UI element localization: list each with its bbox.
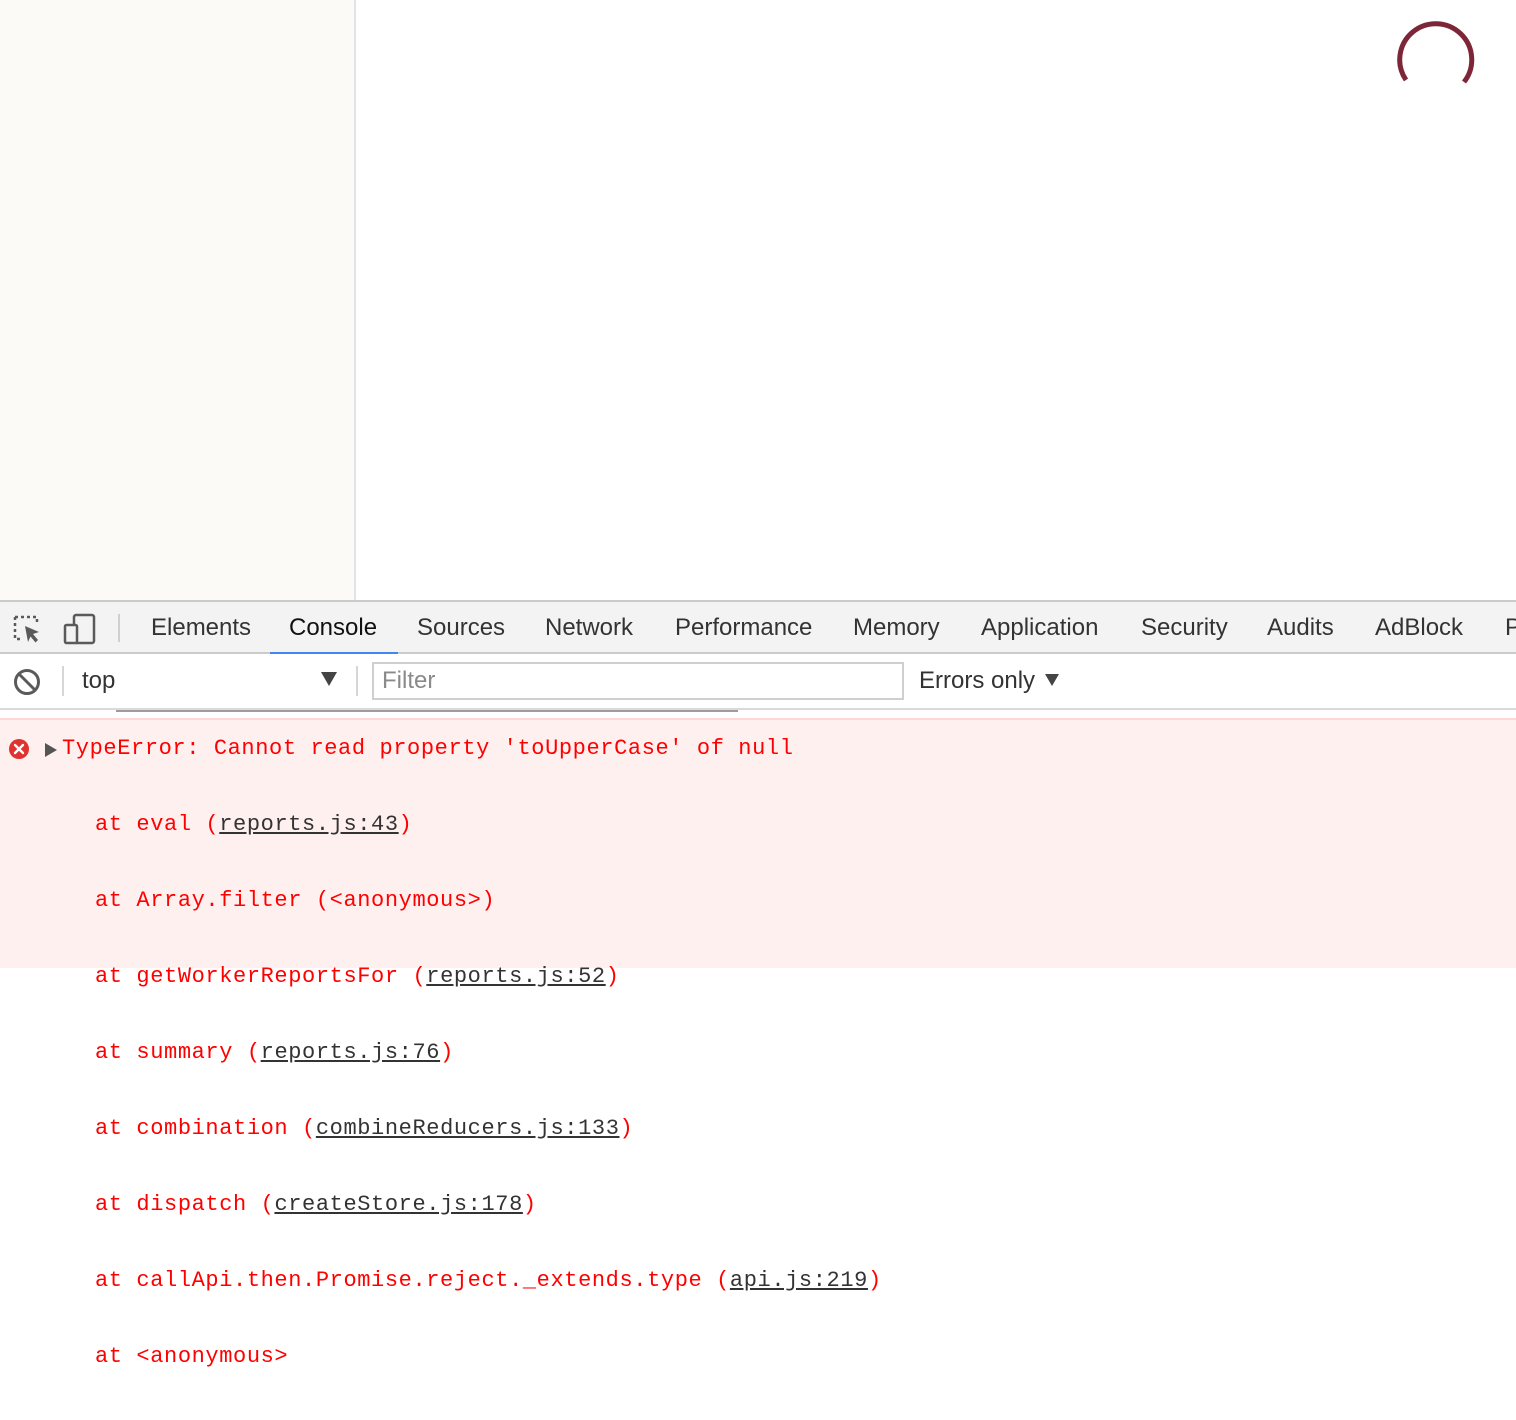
web-page [0,0,1516,600]
source-link[interactable]: combineReducers.js:133 [316,1116,620,1141]
toolbar-divider [356,666,358,696]
filter-input[interactable] [372,662,904,700]
source-link[interactable]: createStore.js:178 [274,1192,522,1217]
error-message: TypeError: Cannot read property 'toUpper… [0,718,1516,1369]
left-sidebar-pane [0,0,356,600]
tab-adblock[interactable]: AdBlock [1375,602,1463,654]
loading-spinner-icon [1397,21,1475,84]
chevron-down-icon[interactable] [320,671,338,687]
tab-network[interactable]: Network [545,602,633,654]
source-link[interactable]: api.js:219 [730,1268,868,1293]
stack-frame: at combination (combineReducers.js:133) [95,1116,634,1141]
toolbar-divider [62,666,64,696]
device-toolbar-icon[interactable] [62,612,96,646]
stack-frame: at Array.filter (<anonymous>) [95,888,496,913]
error-icon [9,739,29,759]
source-link[interactable]: reports.js:76 [261,1040,440,1065]
context-selector[interactable]: top [82,654,115,708]
stack-frame: at dispatch (createStore.js:178) [95,1192,537,1217]
devtools-tab-bar: Elements Console Sources Network Perform… [0,600,1516,656]
stack-frame: at callApi.then.Promise.reject._extends.… [95,1268,882,1293]
tab-console[interactable]: Console [289,602,377,654]
source-link[interactable]: reports.js:43 [219,812,398,837]
stack-frame: at <anonymous> [95,1344,289,1369]
devtools-panel: Elements Console Sources Network Perform… [0,600,1516,1369]
tab-audits[interactable]: Audits [1267,602,1334,654]
clear-console-icon[interactable] [12,667,42,697]
tab-elements[interactable]: Elements [151,602,251,654]
error-text[interactable]: TypeError: Cannot read property 'toUpper… [62,736,794,762]
stack-frame: at eval (reports.js:43) [95,812,413,837]
log-levels-dropdown[interactable]: Errors only [919,654,1035,708]
tab-memory[interactable]: Memory [853,602,940,654]
console-toolbar: top Errors only [0,654,1516,710]
chevron-down-icon[interactable] [1044,673,1060,687]
tab-performance[interactable]: Performance [675,602,812,654]
tab-application[interactable]: Application [981,602,1098,654]
previous-message-edge [116,710,738,712]
stack-trace: at eval (reports.js:43) at Array.filter … [95,762,882,1420]
tab-overflow[interactable]: P [1505,602,1516,654]
tab-sources[interactable]: Sources [417,602,505,654]
console-messages: TypeError: Cannot read property 'toUpper… [0,710,1516,1369]
toolbar-divider [118,614,120,642]
expand-triangle-icon[interactable] [44,742,58,758]
inspect-element-icon[interactable] [10,612,44,646]
tab-security[interactable]: Security [1141,602,1228,654]
stack-frame: at summary (reports.js:76) [95,1040,454,1065]
